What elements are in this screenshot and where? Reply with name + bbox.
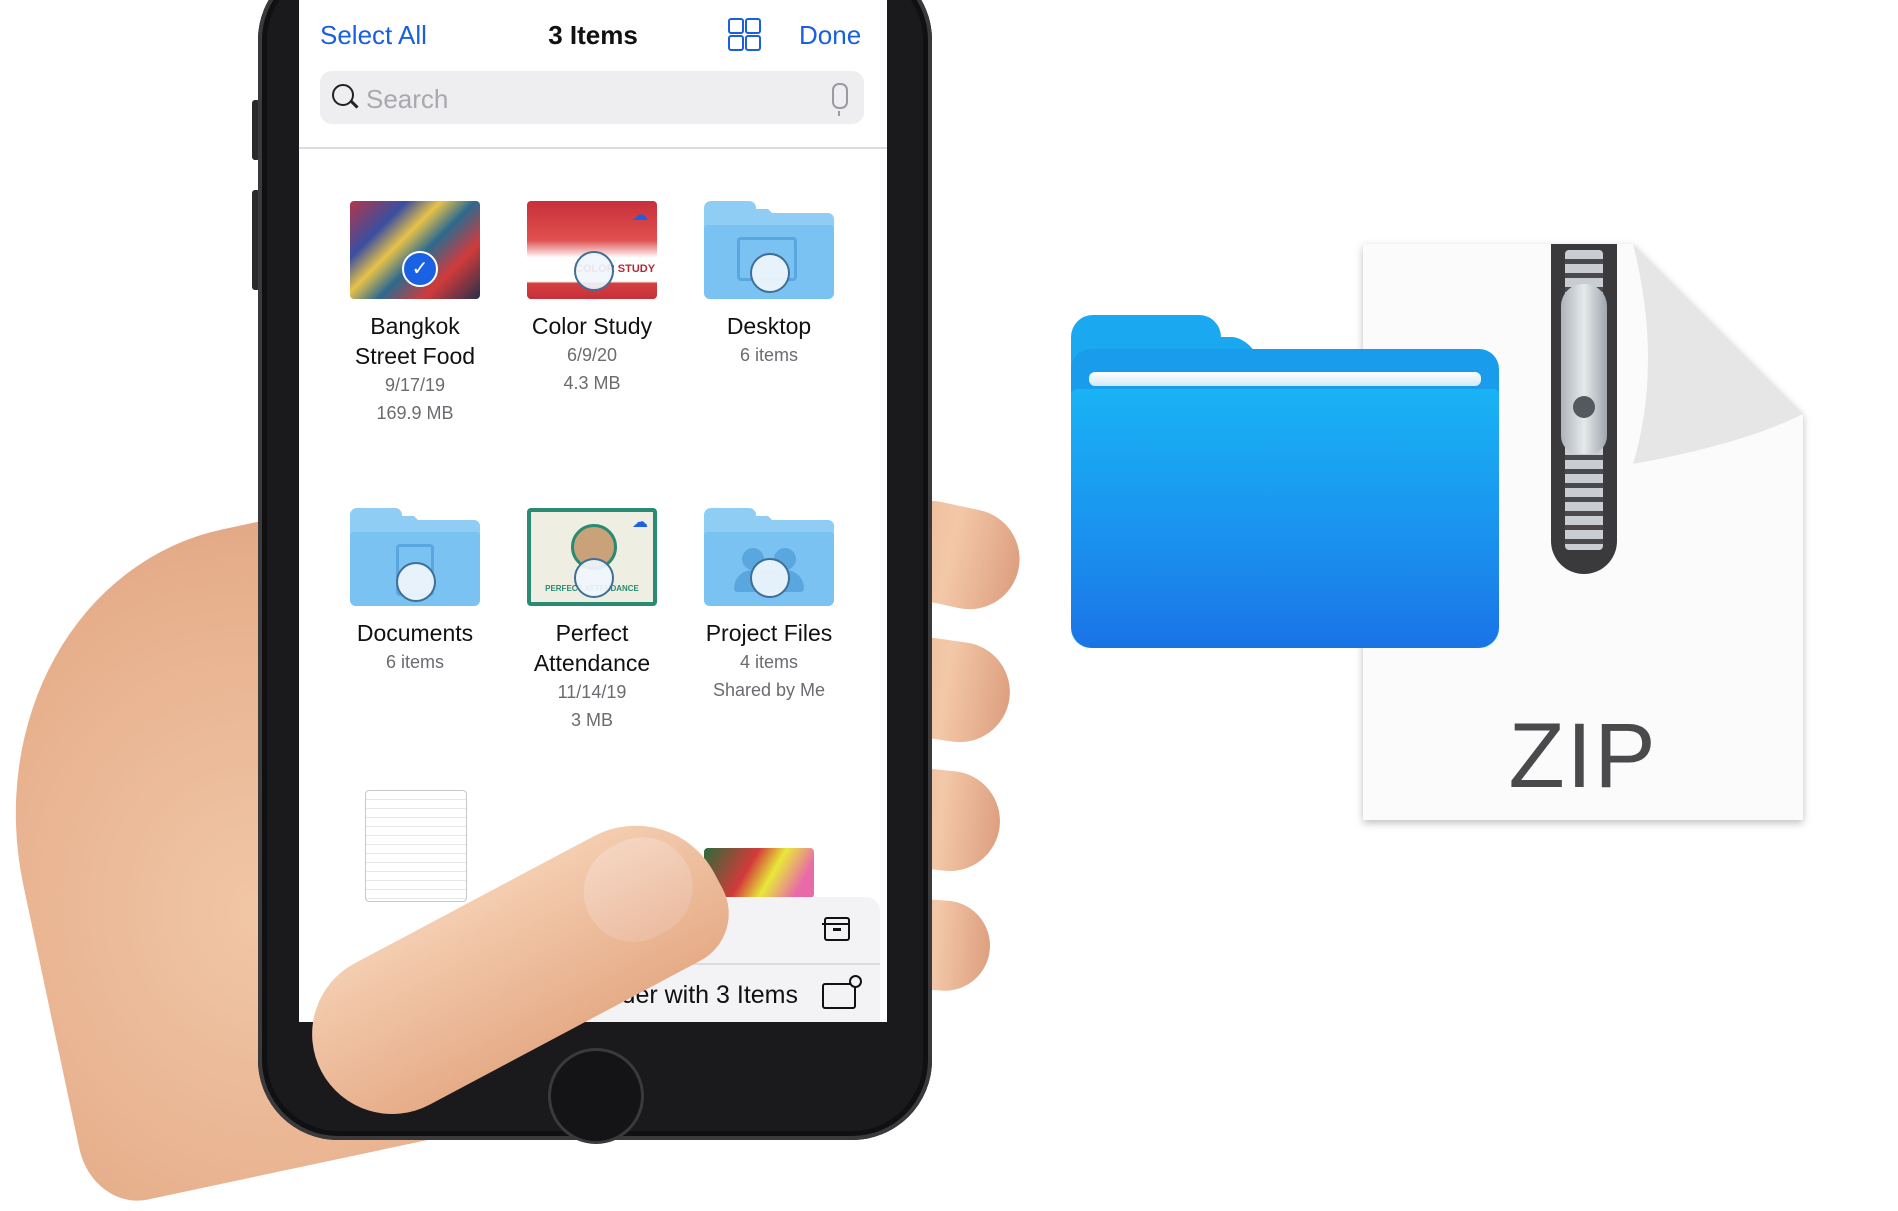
item-date: 11/14/19: [557, 682, 627, 702]
zipper-pull-icon: [1561, 284, 1607, 454]
item-date: 9/17/19: [384, 375, 446, 395]
touch-indicator: [396, 562, 436, 602]
item-count: 6 items: [385, 652, 445, 672]
file-item-bangkok-street-food[interactable]: ✓ Bangkok Street Food 9/17/19 169.9 MB: [327, 201, 503, 427]
zipper-icon: [1551, 244, 1617, 574]
search-placeholder: Search: [366, 84, 449, 114]
shared-status: Shared by Me: [712, 680, 826, 700]
folder-icon: [350, 508, 480, 606]
item-name: Project Files: [705, 620, 833, 646]
item-size: 3 MB: [570, 710, 613, 730]
navigation-bar: Select All 3 Items Done: [299, 0, 887, 70]
header-divider: [299, 147, 887, 149]
folder-item-project-files[interactable]: Project Files 4 items Shared by Me: [681, 508, 857, 704]
done-button[interactable]: Done: [799, 20, 861, 51]
file-item-perfect-attendance[interactable]: PERFECT ATTENDANCE ☁ Perfect Attendance 1…: [504, 508, 680, 734]
touch-indicator: [574, 558, 614, 598]
checkmark-selected-icon[interactable]: ✓: [402, 251, 438, 287]
item-date: 6/9/20: [566, 345, 618, 365]
item-size: 4.3 MB: [563, 373, 621, 393]
icloud-download-icon: ☁: [632, 207, 648, 224]
search-icon: [332, 84, 354, 106]
item-name: Documents: [356, 620, 474, 646]
home-button[interactable]: [548, 1048, 644, 1144]
folder-item-desktop[interactable]: Desktop 6 items: [681, 201, 857, 369]
icloud-download-icon: ☁: [632, 514, 648, 531]
touch-indicator: [750, 558, 790, 598]
folder-icon-large: [1071, 315, 1499, 648]
archive-box-icon: [822, 917, 850, 941]
zip-label: ZIP: [1508, 705, 1658, 807]
grid-view-icon[interactable]: [728, 18, 761, 51]
item-name: Color Study: [531, 313, 653, 339]
new-folder-icon: [822, 975, 862, 1009]
item-count: 4 items: [739, 652, 799, 672]
touch-indicator: [574, 251, 614, 291]
folder-item-documents[interactable]: Documents 6 items: [327, 508, 503, 676]
item-name: Bangkok Street Food: [354, 313, 476, 369]
item-size: 169.9 MB: [376, 403, 454, 423]
item-count: 6 items: [739, 345, 799, 365]
shared-folder-icon: [704, 508, 834, 606]
document-thumbnail-partial[interactable]: [365, 790, 467, 902]
touch-indicator: [750, 253, 790, 293]
item-name: Desktop: [726, 313, 812, 339]
search-field[interactable]: Search: [320, 71, 864, 124]
microphone-icon[interactable]: [832, 83, 848, 116]
selection-count-title: 3 Items: [548, 20, 638, 50]
item-name: Perfect Attendance: [533, 620, 651, 676]
select-all-button[interactable]: Select All: [320, 20, 427, 51]
folder-icon: [704, 201, 834, 299]
file-item-color-study[interactable]: COLOR STUDY ☁ Color Study 6/9/20 4.3 MB: [504, 201, 680, 397]
